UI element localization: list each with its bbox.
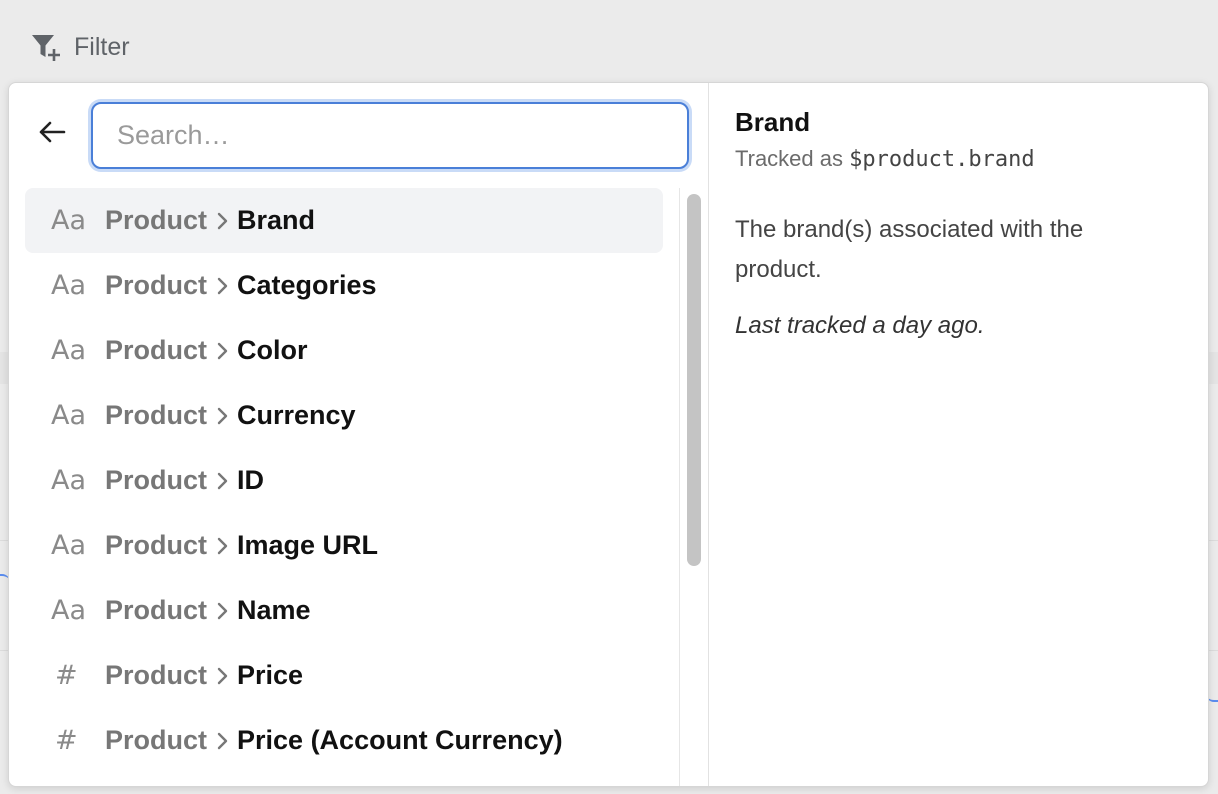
chevron-right-icon (215, 276, 229, 296)
property-group-label: Product (105, 725, 208, 755)
text-type-icon: Aa (51, 335, 87, 366)
detail-title: Brand (735, 107, 811, 137)
filter-label: Filter (74, 32, 130, 61)
property-list-item[interactable]: # Product Price (25, 643, 663, 708)
property-list-item[interactable]: Aa Product Categories (25, 253, 663, 318)
property-group-label: Product (105, 400, 208, 430)
property-list-item[interactable]: Aa Product Brand (25, 188, 663, 253)
text-type-icon: Aa (51, 595, 87, 626)
scrollbar-thumb[interactable] (687, 194, 701, 566)
property-list-pane: Aa Product Brand Aa Product Categories Aa Produ… (9, 83, 709, 786)
text-type-icon: Aa (51, 530, 87, 561)
add-filter-icon (30, 32, 64, 62)
property-group-label: Product (105, 595, 208, 625)
tracked-as-label: Tracked as (735, 146, 844, 171)
chevron-right-icon (215, 341, 229, 361)
property-name: Categories (237, 270, 377, 300)
chevron-right-icon (215, 471, 229, 491)
text-type-icon: Aa (51, 465, 87, 496)
top-toolbar: Filter (0, 0, 1218, 82)
property-group-label: Product (105, 530, 208, 560)
tracked-as: Tracked as $product.brand (735, 146, 1183, 172)
number-type-icon: # (55, 660, 78, 691)
chevron-right-icon (215, 601, 229, 621)
detail-description: The brand(s) associated with the product… (735, 216, 1084, 283)
property-name: Brand (237, 205, 316, 235)
property-group-label: Product (105, 270, 208, 300)
text-type-icon: Aa (51, 205, 87, 236)
property-list-item[interactable]: Aa Product Image URL (25, 513, 663, 578)
text-type-icon: Aa (51, 270, 87, 301)
last-tracked: Last tracked a day ago. (735, 312, 985, 339)
chevron-right-icon (215, 406, 229, 426)
chevron-right-icon (215, 666, 229, 686)
property-list-item[interactable]: Aa Product ID (25, 448, 663, 513)
property-list-item[interactable]: # Product Price (Account Currency) (25, 708, 663, 773)
property-name: Image URL (237, 530, 379, 560)
property-name: ID (237, 465, 265, 495)
chevron-right-icon (215, 211, 229, 231)
property-name: Price (237, 660, 304, 690)
property-group-label: Product (105, 465, 208, 495)
property-group-label: Product (105, 335, 208, 365)
arrow-left-icon (38, 120, 66, 149)
property-detail-pane: Brand Tracked as $product.brand The bran… (710, 83, 1208, 786)
property-list-item[interactable]: Aa Product Color (25, 318, 663, 383)
filter-button[interactable]: Filter (30, 28, 130, 66)
back-button[interactable] (35, 117, 69, 151)
property-group-label: Product (105, 205, 208, 235)
property-picker-popover: Aa Product Brand Aa Product Categories Aa Produ… (8, 82, 1209, 787)
property-name: Currency (237, 400, 356, 430)
tracked-key: $product.brand (849, 147, 1035, 172)
property-list-item[interactable]: Aa Product Name (25, 578, 663, 643)
property-list: Aa Product Brand Aa Product Categories Aa Produ… (25, 188, 663, 786)
property-name: Color (237, 335, 308, 365)
search-input[interactable] (91, 102, 689, 169)
number-type-icon: # (55, 725, 78, 756)
property-group-label: Product (105, 660, 208, 690)
chevron-right-icon (215, 536, 229, 556)
text-type-icon: Aa (51, 400, 87, 431)
chevron-right-icon (215, 731, 229, 751)
property-name: Name (237, 595, 311, 625)
property-list-item[interactable]: Aa Product Currency (25, 383, 663, 448)
property-name: Price (Account Currency) (237, 725, 563, 755)
